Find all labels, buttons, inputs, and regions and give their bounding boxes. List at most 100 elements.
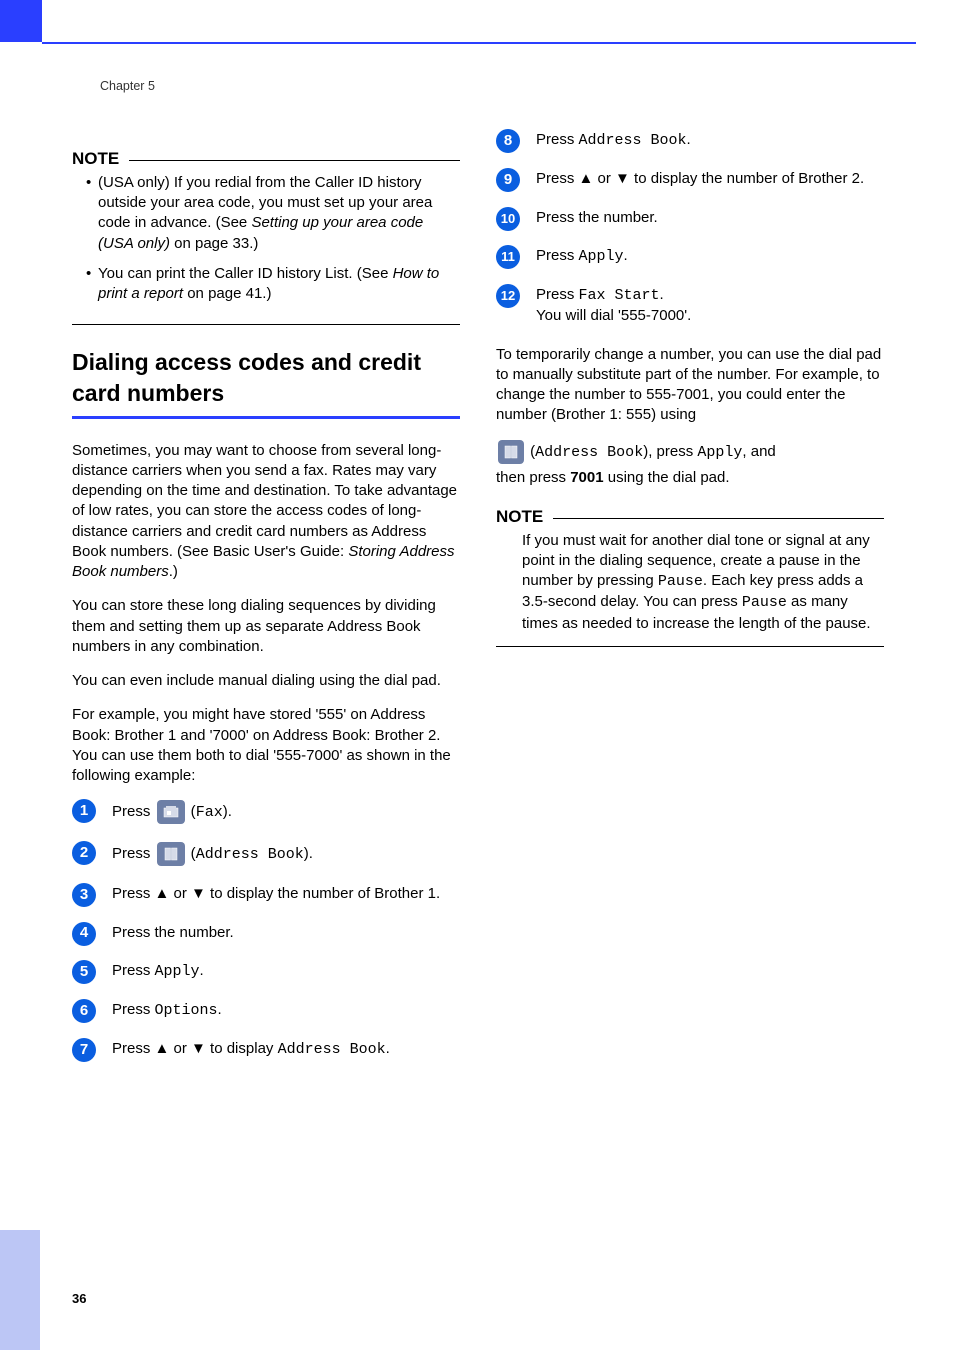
note-2-lead: You can print the Caller ID history List… xyxy=(98,265,393,282)
rp2-c: , and xyxy=(742,442,775,459)
right-para-3: then press 7001 using the dial pad. xyxy=(496,468,884,488)
s5-b: . xyxy=(200,962,204,979)
note-item-1: (USA only) If you redial from the Caller… xyxy=(86,173,460,254)
s8-b: . xyxy=(687,131,691,148)
step-12: 12 Press Fax Start. You will dial '555-7… xyxy=(496,285,884,327)
p1-b: .) xyxy=(169,563,178,580)
s1-b: ( xyxy=(187,803,196,820)
step-7: 7 Press ▲ or ▼ to display Address Book. xyxy=(72,1039,460,1060)
steps-list-left: 1 Press (Fax). 2 Press (Address Book). 3… xyxy=(72,800,460,1060)
para-3: You can even include manual dialing usin… xyxy=(72,671,460,691)
step-6: 6 Press Options. xyxy=(72,1000,460,1021)
step-num-3: 3 xyxy=(72,883,96,907)
rp2-m2: Apply xyxy=(697,443,742,460)
note-rule-right xyxy=(553,518,884,519)
rp2-b: ), press xyxy=(643,442,697,459)
step-num-6: 6 xyxy=(72,999,96,1023)
step-9: 9 Press ▲ or ▼ to display the number of … xyxy=(496,169,884,189)
note-label-text-right: NOTE xyxy=(496,506,543,529)
s10-text: Press the number. xyxy=(536,209,658,226)
s2-c: ). xyxy=(304,845,313,862)
right-para-2: (Address Book), press Apply, and xyxy=(496,440,884,464)
s5-a: Press xyxy=(112,962,155,979)
fax-icon xyxy=(157,800,185,824)
step-1: 1 Press (Fax). xyxy=(72,800,460,824)
page-top-rule xyxy=(42,42,916,44)
s11-mono: Apply xyxy=(579,248,624,265)
note-1-tail: on page 33.) xyxy=(170,235,258,252)
address-book-icon xyxy=(157,842,185,866)
s2-b: ( xyxy=(187,845,196,862)
note-body-right: If you must wait for another dial tone o… xyxy=(496,531,884,647)
step-10: 10 Press the number. xyxy=(496,208,884,228)
s1-c: ). xyxy=(223,803,232,820)
step-5: 5 Press Apply. xyxy=(72,961,460,982)
step-num-2: 2 xyxy=(72,841,96,865)
step-num-4: 4 xyxy=(72,922,96,946)
s6-a: Press xyxy=(112,1001,155,1018)
step-num-10: 10 xyxy=(496,207,520,231)
s6-mono: Options xyxy=(155,1002,218,1019)
rp2-m1: Address Book xyxy=(535,443,643,460)
s12-b: . xyxy=(660,286,664,303)
rn-m2: Pause xyxy=(742,594,787,611)
step-4: 4 Press the number. xyxy=(72,923,460,943)
rp2-a: ( xyxy=(526,442,535,459)
page-content: NOTE (USA only) If you redial from the C… xyxy=(72,130,884,1280)
address-book-icon xyxy=(498,440,524,464)
s7-mono: Address Book xyxy=(278,1041,386,1058)
s1-mono: Fax xyxy=(196,804,223,821)
note-item-2: You can print the Caller ID history List… xyxy=(86,264,460,305)
s12-mono: Fax Start xyxy=(579,287,660,304)
step-num-11: 11 xyxy=(496,245,520,269)
s3-text: Press ▲ or ▼ to display the number of Br… xyxy=(112,885,440,902)
s5-mono: Apply xyxy=(155,963,200,980)
s8-mono: Address Book xyxy=(579,132,687,149)
s12-a: Press xyxy=(536,286,579,303)
note-2-tail: on page 41.) xyxy=(183,285,271,302)
s8-a: Press xyxy=(536,131,579,148)
para-1: Sometimes, you may want to choose from s… xyxy=(72,441,460,583)
step-2: 2 Press (Address Book). xyxy=(72,842,460,866)
step-3: 3 Press ▲ or ▼ to display the number of … xyxy=(72,884,460,904)
chapter-label: Chapter 5 xyxy=(100,78,155,95)
page-number: 36 xyxy=(72,1290,86,1308)
left-column: NOTE (USA only) If you redial from the C… xyxy=(72,130,460,1280)
s9-text: Press ▲ or ▼ to display the number of Br… xyxy=(536,170,864,187)
s2-mono: Address Book xyxy=(196,846,304,863)
note-body: (USA only) If you redial from the Caller… xyxy=(72,173,460,326)
page-side-accent xyxy=(0,1230,40,1350)
s12-c: You will dial '555-7000'. xyxy=(536,307,691,324)
s11-a: Press xyxy=(536,247,579,264)
section-heading: Dialing access codes and credit card num… xyxy=(72,347,460,418)
note-label-text: NOTE xyxy=(72,148,119,171)
step-num-5: 5 xyxy=(72,960,96,984)
s6-b: . xyxy=(218,1001,222,1018)
s4-text: Press the number. xyxy=(112,924,234,941)
step-num-1: 1 xyxy=(72,799,96,823)
step-8: 8 Press Address Book. xyxy=(496,130,884,151)
s2-a: Press xyxy=(112,845,155,862)
s7-b: . xyxy=(386,1040,390,1057)
para-4: For example, you might have stored '555'… xyxy=(72,705,460,786)
step-num-7: 7 xyxy=(72,1038,96,1062)
right-column: 8 Press Address Book. 9 Press ▲ or ▼ to … xyxy=(496,130,884,1280)
step-num-9: 9 xyxy=(496,168,520,192)
s7-a: Press ▲ or ▼ to display xyxy=(112,1040,278,1057)
rp3-bold: 7001 xyxy=(570,469,603,486)
page-corner-accent xyxy=(0,0,42,42)
step-11: 11 Press Apply. xyxy=(496,246,884,267)
note-heading: NOTE xyxy=(72,148,460,171)
note-rule xyxy=(129,160,460,161)
note-heading-right: NOTE xyxy=(496,506,884,529)
rp3-a: then press xyxy=(496,469,570,486)
rn-m1: Pause xyxy=(658,573,703,590)
step-num-12: 12 xyxy=(496,284,520,308)
s1-a: Press xyxy=(112,803,155,820)
s11-b: . xyxy=(624,247,628,264)
right-para-1: To temporarily change a number, you can … xyxy=(496,345,884,426)
rp3-b: using the dial pad. xyxy=(604,469,730,486)
steps-list-right: 8 Press Address Book. 9 Press ▲ or ▼ to … xyxy=(496,130,884,327)
para-2: You can store these long dialing sequenc… xyxy=(72,596,460,657)
step-num-8: 8 xyxy=(496,129,520,153)
